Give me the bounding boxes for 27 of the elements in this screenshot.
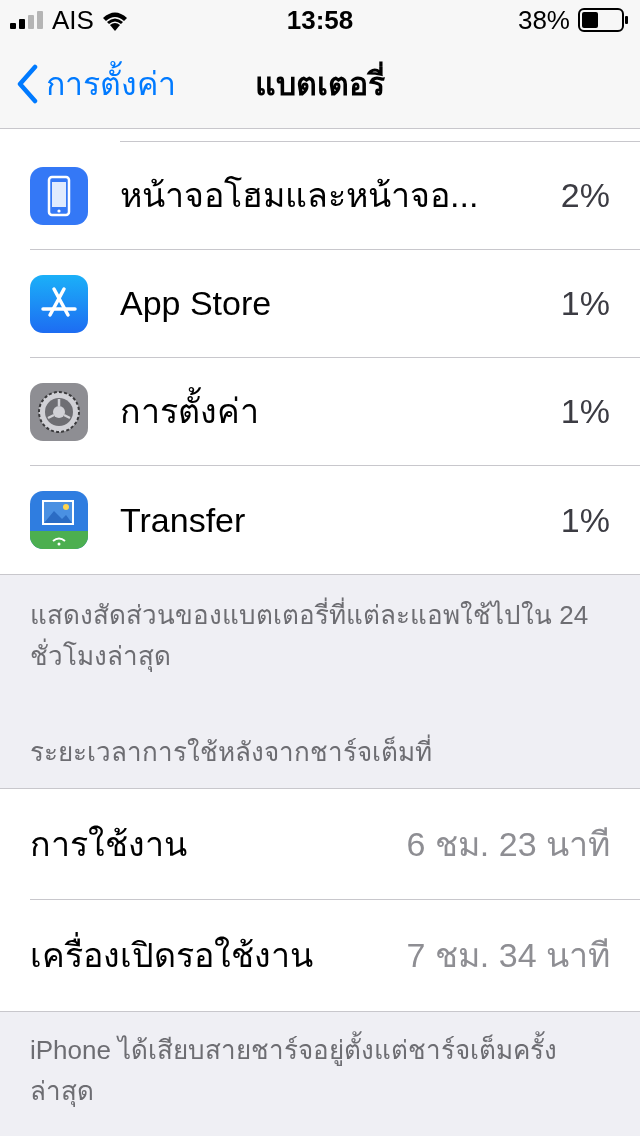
app-name: Transfer bbox=[120, 499, 247, 541]
signal-icon bbox=[10, 11, 46, 29]
usage-percent: 1% bbox=[560, 283, 611, 324]
clock-time: 13:58 bbox=[285, 3, 355, 37]
battery-percent: 38% bbox=[517, 3, 570, 37]
usage-percent: 1% bbox=[560, 391, 611, 432]
footer-note: iPhone ได้เสียบสายชาร์จอยู่ตั้งแต่ชาร์จเต็มครั้งล่าสุด bbox=[0, 1012, 640, 1112]
chevron-icon bbox=[16, 64, 38, 104]
section-header: ระยะเวลาการใช้หลังจากชาร์จเต็มที่ bbox=[0, 733, 640, 772]
carrier-name: AIS bbox=[52, 3, 94, 37]
phone-icon bbox=[30, 166, 88, 225]
usage-label: การใช้งาน bbox=[30, 823, 188, 865]
app-store-icon bbox=[30, 274, 88, 333]
settings-icon bbox=[30, 382, 88, 441]
app-name: App Store bbox=[120, 283, 273, 324]
usage-percent: 2% bbox=[560, 175, 611, 216]
battery-icon bbox=[578, 8, 630, 32]
usage-percent: 1% bbox=[560, 499, 611, 541]
app-name: การตั้งค่า bbox=[120, 386, 561, 437]
back-button[interactable]: การตั้งค่า bbox=[0, 60, 176, 108]
usage-label: เครื่องเปิดรอใช้งาน bbox=[30, 930, 407, 981]
usage-value: 7 ชม. 34 นาที bbox=[406, 935, 610, 976]
usage-value: 6 ชม. 23 นาที bbox=[406, 823, 610, 865]
page-title: แบตเตอรี่ bbox=[255, 60, 385, 108]
transfer-icon bbox=[30, 491, 88, 549]
app-name: หน้าจอโฮมและหน้าจอ... bbox=[120, 175, 480, 216]
apps-note: แสดงสัดส่วนของแบตเตอรี่ที่แต่ละแอพใช้ไปใน 24 ชั่วโมงล่าสุด bbox=[0, 575, 640, 677]
